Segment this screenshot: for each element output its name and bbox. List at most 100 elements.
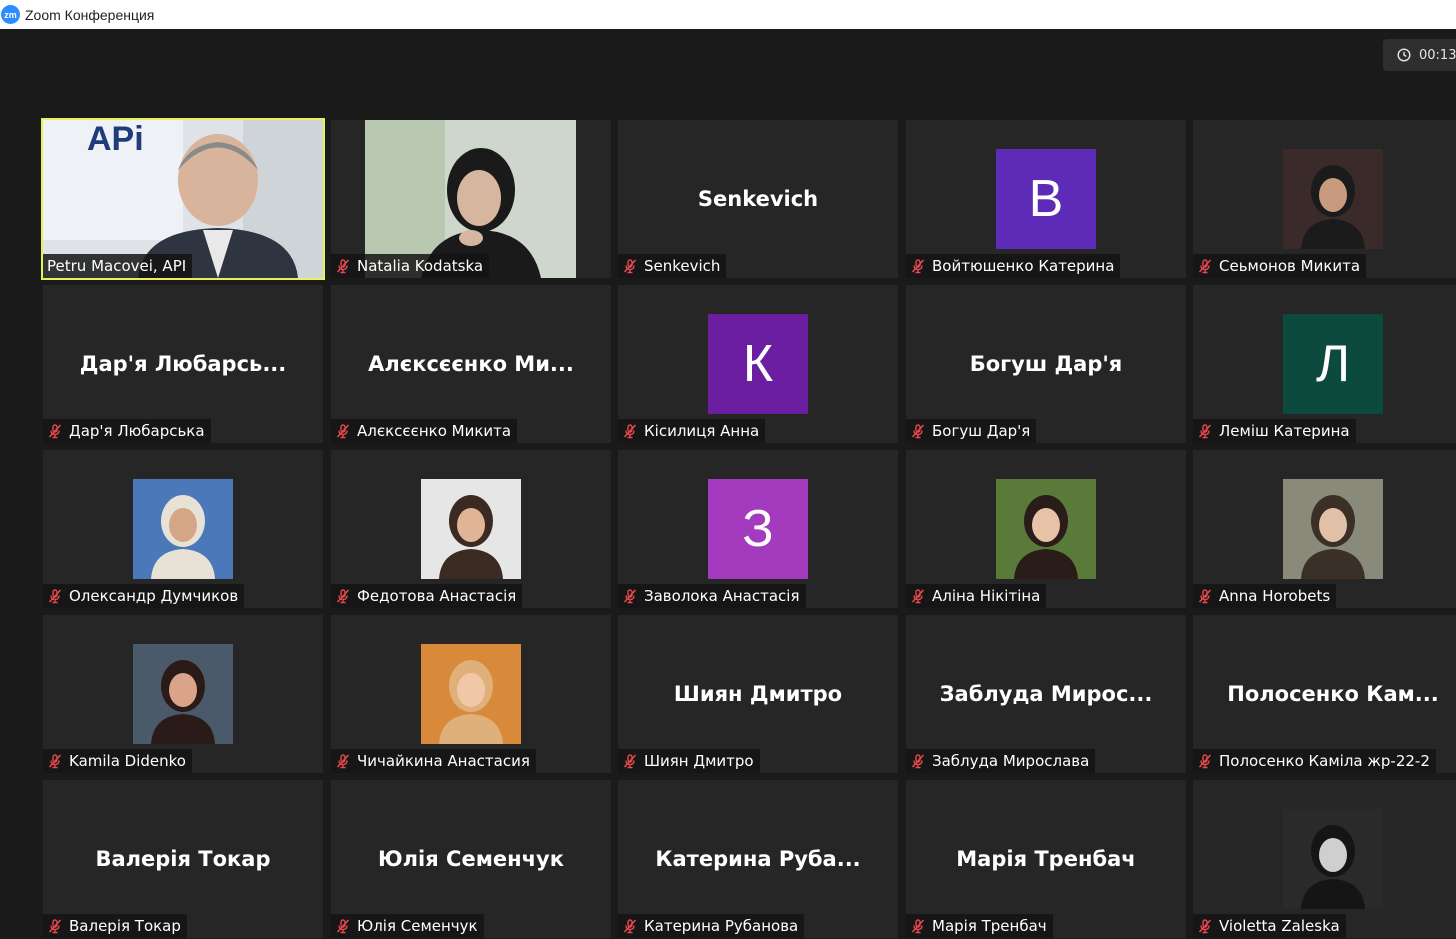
participant-tile[interactable]: Аліна Нікітіна (906, 450, 1186, 608)
participant-tile[interactable]: Violetta Zaleska (1193, 780, 1456, 938)
participant-name-label: Юлія Семенчук (331, 914, 484, 938)
participant-name: Полосенко Каміла жр-22-2 (1219, 752, 1430, 770)
mic-muted-icon (335, 918, 351, 934)
participant-tile[interactable]: К Кісилиця Анна (618, 285, 898, 443)
participant-tile[interactable]: Заблуда Мирос... Заблуда Мирослава (906, 615, 1186, 773)
participant-name-label: Олександр Думчиков (43, 584, 245, 608)
participant-profile-photo (996, 479, 1096, 579)
participant-name-label: Алєксєєнко Микита (331, 419, 518, 443)
participant-profile-photo (1283, 809, 1383, 909)
window-title: Zoom Конференция (25, 6, 155, 23)
participant-name-label: Леміш Катерина (1193, 419, 1356, 443)
participant-tile[interactable]: В Войтюшенко Катерина (906, 120, 1186, 278)
participant-name-label: Войтюшенко Катерина (906, 254, 1121, 278)
participant-tile[interactable]: Валерія Токар Валерія Токар (43, 780, 323, 938)
participant-name: Катерина Рубанова (644, 917, 799, 935)
participant-name-label: Федотова Анастасія (331, 584, 523, 608)
participant-tile[interactable]: Сеьмонов Микита (1193, 120, 1456, 278)
window-titlebar: zm Zoom Конференция (0, 0, 1456, 29)
participant-tile[interactable]: Богуш Дар'я Богуш Дар'я (906, 285, 1186, 443)
mic-muted-icon (1197, 753, 1213, 769)
participant-name-label: Заблуда Мирослава (906, 749, 1096, 773)
participant-tile[interactable]: Алєксєєнко Ми... Алєксєєнко Микита (331, 285, 611, 443)
participant-tile[interactable]: Л Леміш Катерина (1193, 285, 1456, 443)
participant-name-label: Violetta Zaleska (1193, 914, 1346, 938)
mic-muted-icon (910, 753, 926, 769)
participant-name: Марія Тренбач (932, 917, 1047, 935)
participant-tile[interactable]: APi Petru Macovei, API (41, 118, 325, 280)
participant-name: Олександр Думчиков (69, 587, 239, 605)
participant-name-label: Дар'я Любарська (43, 419, 211, 443)
participant-tile[interactable]: Олександр Думчиков (43, 450, 323, 608)
mic-muted-icon (1197, 423, 1213, 439)
participant-tile[interactable]: Дар'я Любарсь... Дар'я Любарська (43, 285, 323, 443)
participant-name: Заволока Анастасія (644, 587, 800, 605)
mic-muted-icon (622, 588, 638, 604)
participant-avatar-letter: Л (1283, 314, 1383, 414)
participant-name: Леміш Катерина (1219, 422, 1350, 440)
participant-name: Алєксєєнко Микита (357, 422, 512, 440)
participant-tile[interactable]: Полосенко Кам... Полосенко Каміла жр-22-2 (1193, 615, 1456, 773)
participant-tile[interactable]: Федотова Анастасія (331, 450, 611, 608)
meeting-timer[interactable]: 00:13 (1383, 39, 1456, 71)
participant-tile[interactable]: Anna Horobets (1193, 450, 1456, 608)
participant-name: Шиян Дмитро (644, 752, 754, 770)
participant-tile[interactable]: З Заволока Анастасія (618, 450, 898, 608)
zoom-logo-icon: zm (1, 5, 20, 24)
participant-name: Petru Macovei, API (47, 257, 187, 275)
participant-profile-photo (133, 479, 233, 579)
mic-muted-icon (335, 258, 351, 274)
participant-name: Natalia Kodatska (357, 257, 484, 275)
participant-tile[interactable]: Шиян Дмитро Шиян Дмитро (618, 615, 898, 773)
mic-muted-icon (910, 258, 926, 274)
participant-name-label: Валерія Токар (43, 914, 187, 938)
participant-name: Аліна Нікітіна (932, 587, 1041, 605)
participant-name: Violetta Zaleska (1219, 917, 1340, 935)
participant-name-label: Senkevich (618, 254, 727, 278)
participant-name: Сеьмонов Микита (1219, 257, 1361, 275)
participant-avatar-letter: В (996, 149, 1096, 249)
mic-muted-icon (47, 588, 63, 604)
participant-name-label: Чичайкина Анастасия (331, 749, 536, 773)
timer-value: 00:13 (1419, 47, 1456, 63)
participant-profile-photo (421, 644, 521, 744)
participant-name-label: Кісилиця Анна (618, 419, 766, 443)
participant-name-label: Заволока Анастасія (618, 584, 806, 608)
participant-tile[interactable]: Senkevich Senkevich (618, 120, 898, 278)
participant-name-label: Богуш Дар'я (906, 419, 1037, 443)
participant-tile[interactable]: Юлія Семенчук Юлія Семенчук (331, 780, 611, 938)
participant-tile[interactable]: Natalia Kodatska (331, 120, 611, 278)
participant-name-label: Kamila Didenko (43, 749, 192, 773)
participant-name: Заблуда Мирослава (932, 752, 1090, 770)
participant-name: Войтюшенко Катерина (932, 257, 1115, 275)
mic-muted-icon (47, 423, 63, 439)
participant-name: Kamila Didenko (69, 752, 186, 770)
mic-muted-icon (335, 588, 351, 604)
svg-text:APi: APi (87, 120, 144, 158)
participant-name: Федотова Анастасія (357, 587, 517, 605)
mic-muted-icon (47, 918, 63, 934)
participant-tile[interactable]: Катерина Руба... Катерина Рубанова (618, 780, 898, 938)
participant-name-label: Аліна Нікітіна (906, 584, 1047, 608)
participant-profile-photo (1283, 479, 1383, 579)
participant-name-label: Катерина Рубанова (618, 914, 805, 938)
participant-name: Anna Horobets (1219, 587, 1331, 605)
participant-name: Юлія Семенчук (357, 917, 478, 935)
mic-muted-icon (335, 753, 351, 769)
participant-name-label: Anna Horobets (1193, 584, 1337, 608)
participant-tile[interactable]: Kamila Didenko (43, 615, 323, 773)
participant-name-label: Шиян Дмитро (618, 749, 760, 773)
participant-avatar-letter: З (708, 479, 808, 579)
mic-muted-icon (622, 918, 638, 934)
participant-name: Дар'я Любарська (69, 422, 205, 440)
mic-muted-icon (910, 588, 926, 604)
participant-tile[interactable]: Чичайкина Анастасия (331, 615, 611, 773)
participant-profile-photo (421, 479, 521, 579)
participant-name: Senkevich (644, 257, 721, 275)
participant-profile-photo (133, 644, 233, 744)
participant-avatar-letter: К (708, 314, 808, 414)
participant-tile[interactable]: Марія Тренбач Марія Тренбач (906, 780, 1186, 938)
mic-muted-icon (622, 258, 638, 274)
participant-name-label: Сеьмонов Микита (1193, 254, 1367, 278)
participant-name-label: Petru Macovei, API (43, 254, 193, 278)
